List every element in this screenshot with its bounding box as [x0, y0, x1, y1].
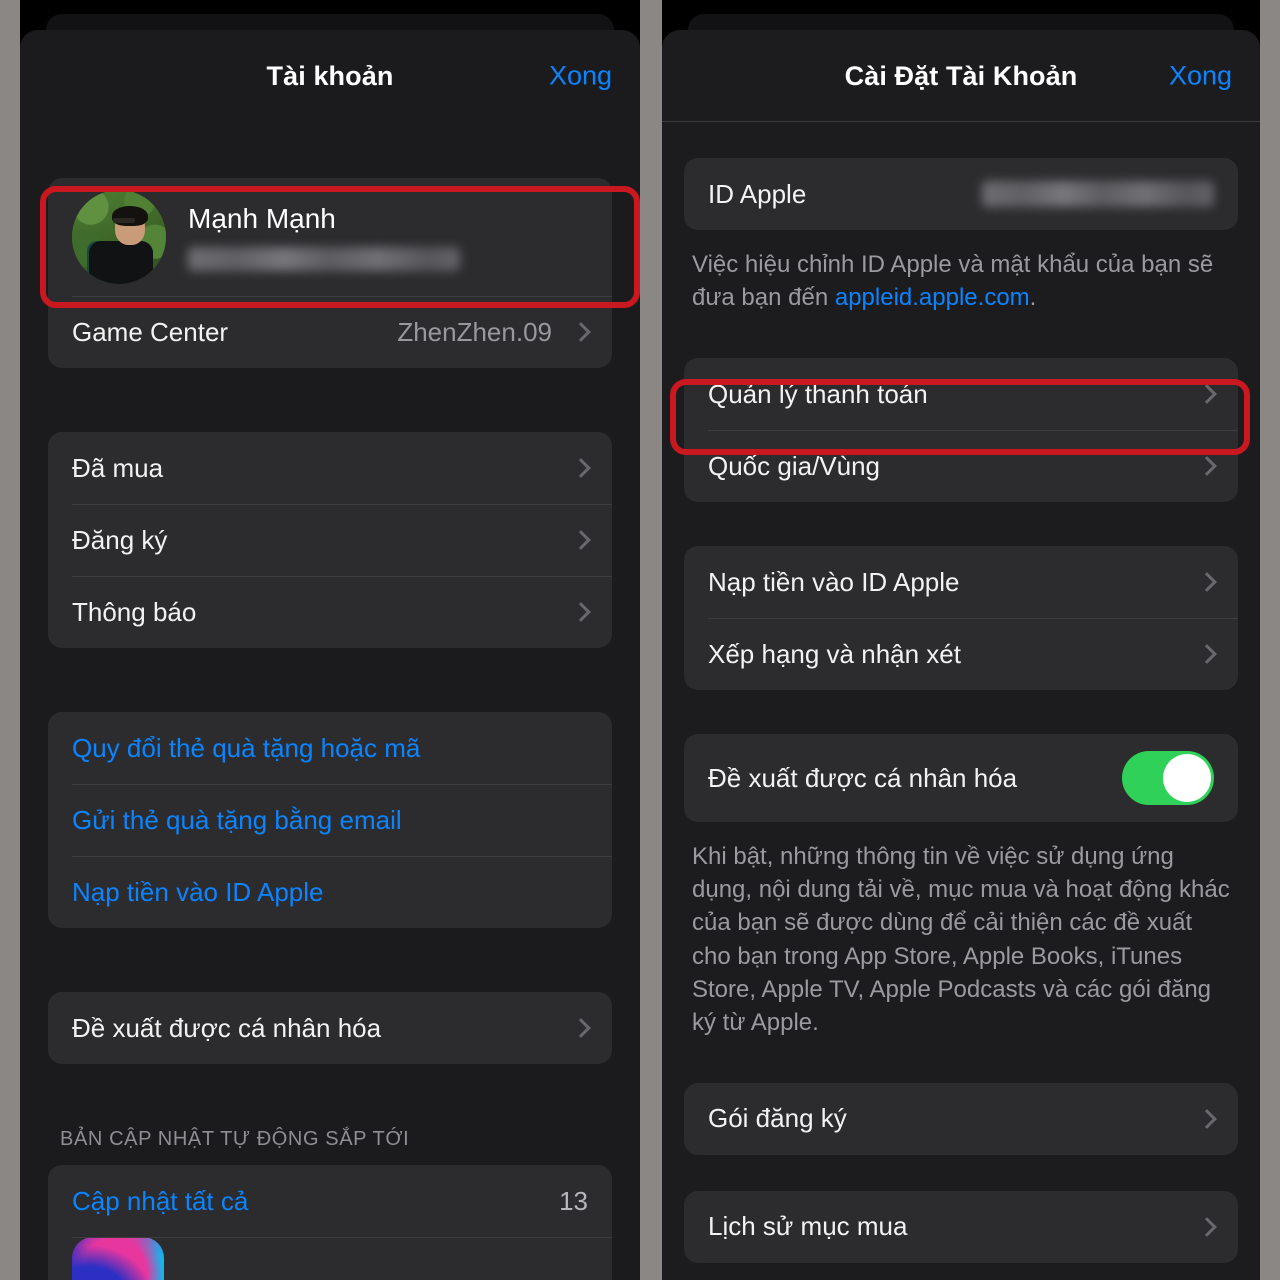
row-label-personalized-recommendations: Đề xuất được cá nhân hóa	[708, 762, 1018, 793]
row-add-funds[interactable]: Nạp tiền vào ID Apple	[48, 856, 612, 928]
row-apple-id[interactable]: ID Apple	[684, 158, 1238, 230]
row-label-add-funds: Nạp tiền vào ID Apple	[708, 566, 960, 597]
profile-group: Mạnh Mạnh Game Center ZhenZhen.09	[48, 178, 612, 368]
row-personalized-recommendations[interactable]: Đề xuất được cá nhân hóa	[48, 992, 612, 1064]
chevron-right-icon	[1197, 1216, 1217, 1237]
gift-card-group: Quy đổi thẻ quà tặng hoặc mã Gửi thẻ quà…	[48, 712, 612, 928]
upcoming-updates-header: BẢN CẬP NHẬT TỰ ĐỘNG SẮP TỚI	[60, 1128, 410, 1150]
avatar	[72, 190, 166, 284]
row-label-apple-id: ID Apple	[708, 178, 807, 209]
right-phone-panel: Cài Đặt Tài Khoản Xong ID Apple Việc hiệ…	[662, 0, 1260, 1280]
appleid-link[interactable]: appleid.apple.com	[835, 284, 1030, 311]
row-label-purchase-history: Lịch sử mục mua	[708, 1211, 908, 1242]
profile-row[interactable]: Mạnh Mạnh	[48, 178, 612, 296]
page-title: Tài khoản	[266, 60, 394, 91]
row-game-center[interactable]: Game Center ZhenZhen.09	[48, 296, 612, 368]
row-subscription-plans[interactable]: Gói đăng ký	[684, 1083, 1238, 1155]
account-sheet: Tài khoản Xong Mạnh Mạnh Game Center Zhe…	[20, 30, 640, 1280]
personalized-group: Đề xuất được cá nhân hóa	[48, 992, 612, 1064]
funds-group: Nạp tiền vào ID Apple Xếp hạng và nhận x…	[684, 546, 1238, 691]
chevron-right-icon	[571, 602, 591, 622]
row-manage-payment[interactable]: Quản lý thanh toán	[684, 358, 1238, 430]
row-add-funds[interactable]: Nạp tiền vào ID Apple	[684, 546, 1238, 618]
row-notifications[interactable]: Thông báo	[48, 576, 612, 648]
chevron-right-icon	[571, 322, 591, 342]
row-purchase-history[interactable]: Lịch sử mục mua	[684, 1191, 1238, 1263]
chevron-right-icon	[1197, 1108, 1217, 1129]
row-redeem-gift-card[interactable]: Quy đổi thẻ quà tặng hoặc mã	[48, 712, 612, 784]
personalized-footnote: Khi bật, những thông tin về việc sử dụng…	[692, 843, 1230, 1036]
row-label-update-all: Cập nhật tất cả	[72, 1185, 249, 1216]
chevron-right-icon	[1197, 456, 1217, 477]
row-label-redeem-gift-card: Quy đổi thẻ quà tặng hoặc mã	[72, 732, 421, 763]
row-label-add-funds: Nạp tiền vào ID Apple	[72, 876, 324, 907]
chevron-right-icon	[571, 458, 591, 478]
right-scroll-area[interactable]: ID Apple Việc hiệu chỉnh ID Apple và mật…	[662, 122, 1260, 1280]
footnote-text-after: .	[1029, 284, 1037, 312]
row-label-personalized-recommendations: Đề xuất được cá nhân hóa	[72, 1012, 382, 1043]
payment-group: Quản lý thanh toán Quốc gia/Vùng	[684, 358, 1238, 503]
chevron-right-icon	[571, 530, 591, 550]
left-navbar: Tài khoản Xong	[20, 30, 640, 122]
row-ratings-reviews[interactable]: Xếp hạng và nhận xét	[684, 618, 1238, 690]
row-label-game-center: Game Center	[72, 316, 229, 347]
row-purchased[interactable]: Đã mua	[48, 432, 612, 504]
row-label-send-gift-card-email: Gửi thẻ quà tặng bằng email	[72, 804, 402, 835]
game-center-nickname: ZhenZhen.09	[397, 316, 552, 347]
personalized-recommendations-toggle[interactable]	[1122, 751, 1214, 806]
toggle-knob	[1163, 754, 1211, 803]
row-label-subscriptions: Đăng ký	[72, 524, 168, 555]
row-app-update-item[interactable]	[48, 1237, 612, 1280]
personalized-toggle-group: Đề xuất được cá nhân hóa	[684, 734, 1238, 823]
row-label-purchased: Đã mua	[72, 452, 164, 483]
row-label-manage-payment: Quản lý thanh toán	[708, 378, 928, 409]
row-personalized-recommendations[interactable]: Đề xuất được cá nhân hóa	[684, 734, 1238, 822]
profile-name: Mạnh Mạnh	[188, 203, 336, 234]
app-icon	[72, 1237, 164, 1280]
panel-divider	[640, 0, 662, 1280]
chevron-right-icon	[1197, 572, 1217, 593]
row-label-country-region: Quốc gia/Vùng	[708, 450, 881, 481]
row-send-gift-card-email[interactable]: Gửi thẻ quà tặng bằng email	[48, 784, 612, 856]
page-title: Cài Đặt Tài Khoản	[844, 60, 1078, 91]
right-navbar: Cài Đặt Tài Khoản Xong	[662, 30, 1260, 122]
update-count-badge: 13	[559, 1185, 588, 1216]
account-menu-group: Đã mua Đăng ký Thông báo	[48, 432, 612, 648]
chevron-right-icon	[1197, 384, 1217, 405]
chevron-right-icon	[571, 1018, 591, 1038]
purchase-history-group: Lịch sử mục mua	[684, 1190, 1238, 1263]
left-phone-panel: Tài khoản Xong Mạnh Mạnh Game Center Zhe…	[20, 0, 640, 1280]
profile-email-redacted	[188, 247, 460, 271]
apple-id-footnote: Việc hiệu chỉnh ID Apple và mật khẩu của…	[662, 230, 1260, 314]
screenshot-stage: Tài khoản Xong Mạnh Mạnh Game Center Zhe…	[0, 0, 1280, 1280]
left-scroll-area[interactable]: Mạnh Mạnh Game Center ZhenZhen.09 Đã mua	[20, 122, 640, 1280]
chevron-right-icon	[1197, 644, 1217, 665]
row-label-notifications: Thông báo	[72, 596, 197, 627]
updates-group: Cập nhật tất cả 13	[48, 1165, 612, 1280]
row-label-ratings-reviews: Xếp hạng và nhận xét	[708, 638, 961, 669]
done-button-right[interactable]: Xong	[1169, 61, 1232, 92]
apple-id-email-redacted	[982, 181, 1214, 207]
row-label-subscription-plans: Gói đăng ký	[708, 1103, 847, 1134]
subscriptions-group: Gói đăng ký	[684, 1082, 1238, 1155]
done-button-left[interactable]: Xong	[549, 61, 612, 92]
row-country-region[interactable]: Quốc gia/Vùng	[684, 430, 1238, 502]
apple-id-group: ID Apple	[684, 158, 1238, 230]
row-subscriptions[interactable]: Đăng ký	[48, 504, 612, 576]
account-settings-sheet: Cài Đặt Tài Khoản Xong ID Apple Việc hiệ…	[662, 30, 1260, 1280]
row-update-all[interactable]: Cập nhật tất cả 13	[48, 1165, 612, 1237]
